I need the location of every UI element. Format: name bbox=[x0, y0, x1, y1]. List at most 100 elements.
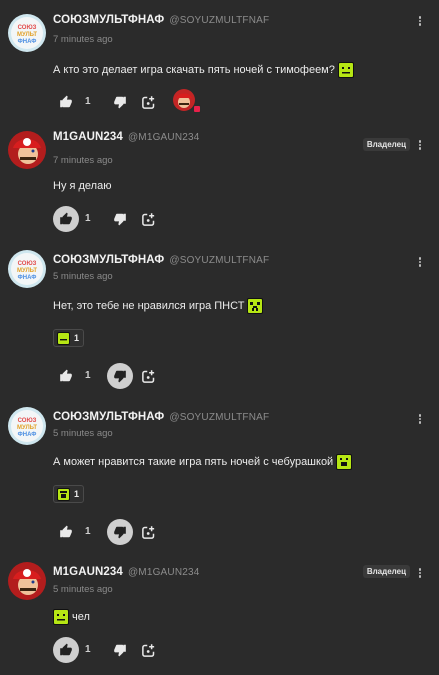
comment-time: 7 minutes ago bbox=[53, 155, 113, 166]
comment-text-content: Ну я делаю bbox=[53, 180, 112, 192]
thumbs-down-icon bbox=[114, 96, 126, 109]
comment-handle[interactable]: @SOYUZMULTFNAF bbox=[169, 412, 269, 423]
mario-avatar-icon bbox=[173, 89, 195, 111]
comment-text: чел bbox=[53, 609, 90, 625]
comment-actions: 1 bbox=[53, 363, 253, 389]
thumbs-up-icon bbox=[60, 643, 72, 656]
comment-time: 5 minutes ago bbox=[53, 271, 113, 282]
thumbs-up-icon bbox=[60, 369, 72, 382]
comment-time: 5 minutes ago bbox=[53, 584, 113, 595]
like-button[interactable] bbox=[53, 206, 79, 232]
thumbs-up-icon bbox=[60, 95, 72, 108]
more-vertical-icon[interactable] bbox=[417, 255, 423, 269]
emoji-icon bbox=[336, 454, 353, 470]
comment-handle[interactable]: @M1GAUN234 bbox=[128, 567, 200, 578]
reply-button[interactable] bbox=[135, 89, 161, 115]
thumbs-up-icon bbox=[60, 212, 72, 225]
comment-time: 7 minutes ago bbox=[53, 34, 113, 45]
thumbs-down-icon bbox=[114, 370, 126, 383]
like-count: 1 bbox=[85, 96, 91, 107]
more-vertical-icon[interactable] bbox=[417, 566, 423, 580]
emoji-icon bbox=[53, 609, 69, 625]
avatar[interactable]: СОЮЗ МУЛЬТ ФНАФ bbox=[8, 250, 46, 288]
emoji-icon bbox=[247, 298, 264, 314]
soyuz-logo-avatar-icon: СОЮЗ МУЛЬТ ФНАФ bbox=[8, 407, 46, 445]
comment-text: А кто это делает игра скачать пять ночей… bbox=[53, 62, 354, 78]
like-count: 1 bbox=[85, 644, 91, 655]
dislike-button[interactable] bbox=[107, 363, 133, 389]
emoji-icon bbox=[337, 62, 354, 78]
more-vertical-icon[interactable] bbox=[417, 138, 423, 152]
comment-author[interactable]: СОЮЗМУЛЬТФНАФ bbox=[53, 411, 164, 423]
reply-button[interactable] bbox=[135, 519, 161, 545]
dislike-button[interactable] bbox=[107, 206, 133, 232]
reaction-chip[interactable]: 1 bbox=[53, 485, 84, 503]
mario-avatar-icon bbox=[8, 131, 46, 169]
svg-text:СОЮЗ: СОЮЗ bbox=[18, 25, 37, 31]
comment-handle[interactable]: @M1GAUN234 bbox=[128, 132, 200, 143]
comment-author[interactable]: СОЮЗМУЛЬТФНАФ bbox=[53, 254, 164, 266]
svg-text:СОЮЗ: СОЮЗ bbox=[18, 418, 37, 424]
reply-icon bbox=[141, 525, 154, 539]
soyuz-logo-avatar-icon: СОЮЗ МУЛЬТ ФНАФ bbox=[8, 14, 46, 52]
dislike-button[interactable] bbox=[107, 519, 133, 545]
like-button[interactable] bbox=[53, 89, 79, 115]
svg-text:ФНАФ: ФНАФ bbox=[18, 275, 37, 281]
avatar[interactable]: СОЮЗ МУЛЬТ ФНАФ bbox=[8, 407, 46, 445]
comment-handle[interactable]: @SOYUZMULTFNAF bbox=[169, 15, 269, 26]
svg-text:МУЛЬТ: МУЛЬТ bbox=[17, 425, 37, 431]
reply-button[interactable] bbox=[135, 206, 161, 232]
like-button[interactable] bbox=[53, 519, 79, 545]
comment-actions: 1 bbox=[53, 637, 253, 663]
like-count: 1 bbox=[85, 526, 91, 537]
comment-time: 5 minutes ago bbox=[53, 428, 113, 439]
comment-actions: 1 bbox=[53, 89, 253, 115]
avatar[interactable]: СОЮЗ МУЛЬТ ФНАФ bbox=[8, 14, 46, 52]
comment-author[interactable]: M1GAUN234 bbox=[53, 131, 123, 143]
thumbs-up-icon bbox=[60, 525, 72, 538]
reply-button[interactable] bbox=[135, 637, 161, 663]
comment-author[interactable]: M1GAUN234 bbox=[53, 566, 123, 578]
comment-handle[interactable]: @SOYUZMULTFNAF bbox=[169, 255, 269, 266]
svg-text:ФНАФ: ФНАФ bbox=[18, 39, 37, 45]
reply-button[interactable] bbox=[135, 363, 161, 389]
dislike-button[interactable] bbox=[107, 89, 133, 115]
svg-text:ФНАФ: ФНАФ bbox=[18, 432, 37, 438]
svg-text:МУЛЬТ: МУЛЬТ bbox=[17, 268, 37, 274]
comment-actions: 1 bbox=[53, 519, 253, 545]
like-button[interactable] bbox=[53, 363, 79, 389]
more-vertical-icon[interactable] bbox=[417, 412, 423, 426]
thumbs-down-icon bbox=[114, 213, 126, 226]
comment-text-content: Нет, это тебе не нравился игра ПНСТ bbox=[53, 300, 245, 312]
comment-text: А может нравится такие игра пять ночей с… bbox=[53, 454, 353, 470]
comment-actions: 1 bbox=[53, 206, 253, 232]
reply-icon bbox=[141, 643, 154, 657]
avatar[interactable] bbox=[8, 131, 46, 169]
like-count: 1 bbox=[85, 370, 91, 381]
more-vertical-icon[interactable] bbox=[417, 14, 423, 28]
comment-text-content: А может нравится такие игра пять ночей с… bbox=[53, 456, 334, 468]
reply-icon bbox=[141, 95, 154, 109]
like-count: 1 bbox=[85, 213, 91, 224]
comment-text: Ну я делаю bbox=[53, 180, 111, 192]
comment-author[interactable]: СОЮЗМУЛЬТФНАФ bbox=[53, 14, 164, 26]
creator-reply-avatar[interactable] bbox=[173, 89, 195, 111]
svg-text:МУЛЬТ: МУЛЬТ bbox=[17, 32, 37, 38]
like-button[interactable] bbox=[53, 637, 79, 663]
owner-badge: Владелец bbox=[362, 565, 410, 578]
reply-icon bbox=[141, 369, 154, 383]
reply-icon bbox=[141, 212, 154, 226]
emoji-icon bbox=[57, 331, 70, 345]
thumbs-down-icon bbox=[114, 644, 126, 657]
comment-text-content: А кто это делает игра скачать пять ночей… bbox=[53, 64, 335, 76]
dislike-button[interactable] bbox=[107, 637, 133, 663]
reaction-chip[interactable]: 1 bbox=[53, 329, 84, 347]
notification-dot bbox=[193, 105, 201, 113]
owner-badge: Владелец bbox=[362, 138, 410, 151]
comment-text-content: чел bbox=[72, 611, 90, 623]
emoji-icon bbox=[57, 487, 70, 501]
reaction-count: 1 bbox=[74, 489, 80, 499]
mario-avatar-icon bbox=[8, 562, 46, 600]
soyuz-logo-avatar-icon: СОЮЗ МУЛЬТ ФНАФ bbox=[8, 250, 46, 288]
avatar[interactable] bbox=[8, 562, 46, 600]
